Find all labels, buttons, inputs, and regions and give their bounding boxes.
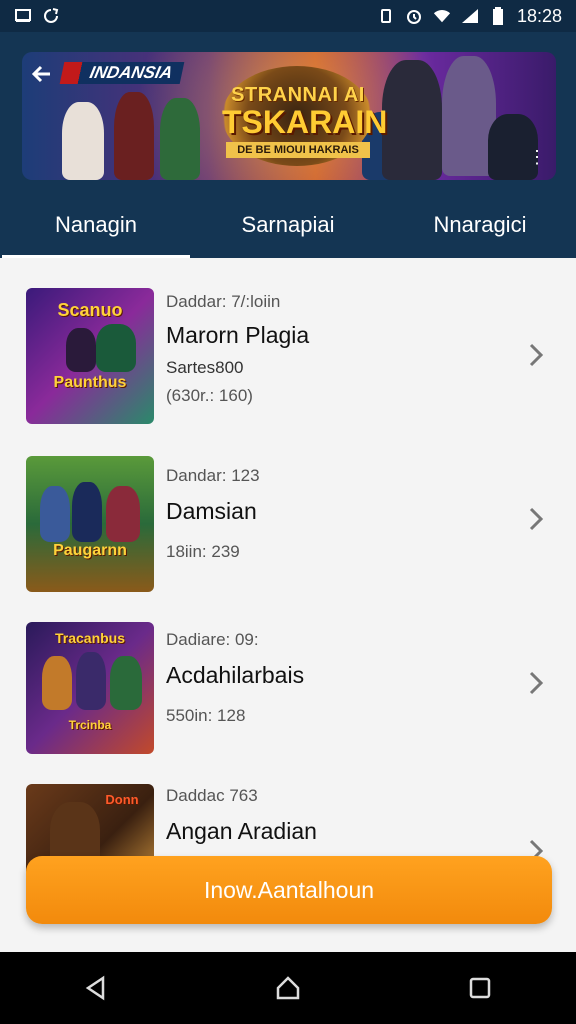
tab-nnaragici[interactable]: Nnaragici — [384, 192, 576, 258]
thumb-logo: Paugarnn — [53, 542, 127, 559]
arrow-left-icon — [31, 65, 50, 83]
nav-home-button[interactable] — [258, 958, 318, 1018]
status-left — [14, 7, 60, 25]
item-meta-mid: Sartes800 — [166, 358, 244, 377]
tab-bar: Nanagin Sarnapiai Nnaragici — [0, 192, 576, 258]
status-right: 18:28 — [377, 6, 562, 27]
game-thumbnail: Tracanbus Trcinba — [26, 622, 154, 754]
app-header: INDANSIA STRANNAI AI TSKARAIN DE BE MIOU… — [0, 32, 576, 258]
item-name: Marorn Plagia — [166, 322, 310, 348]
home-icon — [276, 976, 300, 1000]
character-left-3 — [160, 98, 200, 180]
thumb-logo-top: Tracanbus — [54, 630, 126, 646]
game-thumbnail: Paugarnn — [26, 456, 154, 592]
item-meta-bottom: 550in: 128 — [166, 706, 246, 725]
tab-sarnapiai[interactable]: Sarnapiai — [192, 192, 384, 258]
character-right-2 — [382, 60, 442, 180]
back-button[interactable] — [26, 58, 58, 90]
banner-title-line2: TSKARAIN — [222, 104, 388, 140]
alarm-icon — [405, 7, 423, 25]
chevron-right-icon — [526, 668, 546, 698]
item-meta-top: Dandar: 123 — [166, 466, 260, 485]
back-icon — [85, 975, 105, 1001]
signal-icon — [461, 7, 479, 25]
sync-icon — [42, 7, 60, 25]
battery-icon — [489, 7, 507, 25]
status-time: 18:28 — [516, 5, 562, 26]
item-name: Angan Aradian — [166, 818, 317, 844]
wifi-icon — [433, 7, 451, 25]
tab-label: Nanagin — [55, 212, 137, 237]
item-meta-top: Daddac 763 — [166, 786, 258, 805]
tab-label: Sarnapiai — [241, 212, 335, 237]
game-list: Scanuo Paunthus Daddar: 7/:loiin Marorn … — [0, 258, 576, 952]
primary-action-button[interactable]: Inow.Aantalhoun — [26, 856, 552, 924]
system-nav-bar — [0, 952, 576, 1024]
thumb-figure — [110, 656, 142, 710]
thumb-figure — [72, 482, 102, 542]
game-thumbnail: Scanuo Paunthus — [26, 288, 154, 424]
thumb-logo: Paunthus — [53, 374, 127, 391]
more-options-icon[interactable]: ⋮ — [528, 147, 546, 168]
list-item[interactable]: Paugarnn Dandar: 123 Damsian 18iin: 239 — [0, 456, 576, 606]
nav-recents-button[interactable] — [450, 958, 510, 1018]
item-meta-top: Daddar: 7/:loiin — [166, 292, 281, 311]
notification-icon — [14, 7, 32, 25]
item-meta-bottom: (630r.: 160) — [166, 386, 253, 405]
item-name: Damsian — [166, 498, 257, 524]
vibrate-icon — [377, 7, 395, 25]
character-left-2 — [114, 92, 154, 180]
status-bar: 18:28 — [0, 0, 576, 32]
thumb-logo: Trcinba — [68, 718, 112, 732]
character-left-1 — [62, 102, 104, 180]
thumb-figure — [66, 328, 96, 372]
thumb-figure — [96, 324, 136, 372]
item-meta-bottom: 18iin: 239 — [166, 542, 240, 561]
hero-banner[interactable]: INDANSIA STRANNAI AI TSKARAIN DE BE MIOU… — [22, 52, 556, 180]
thumb-figure — [42, 656, 72, 710]
nav-back-button[interactable] — [66, 958, 126, 1018]
list-item[interactable]: Tracanbus Trcinba Dadiare: 09: Acdahilar… — [0, 622, 576, 772]
tab-label: Nnaragici — [433, 212, 527, 237]
recents-icon — [469, 977, 491, 999]
brand-logo: INDANSIA — [59, 62, 185, 84]
thumb-logo-top: Donn — [105, 792, 139, 807]
thumb-figure — [76, 652, 106, 710]
item-meta-top: Dadiare: 09: — [166, 630, 259, 649]
chevron-right-icon — [526, 340, 546, 370]
list-item[interactable]: Scanuo Paunthus Daddar: 7/:loiin Marorn … — [0, 288, 576, 438]
thumb-figure — [40, 486, 70, 542]
item-name: Acdahilarbais — [166, 662, 305, 688]
thumb-logo-top: Scanuo — [57, 300, 123, 320]
thumb-figure — [106, 486, 140, 542]
chevron-right-icon — [526, 504, 546, 534]
banner-subtitle: DE BE MIOUI HAKRAIS — [226, 142, 370, 158]
tab-nanagin[interactable]: Nanagin — [0, 192, 192, 258]
